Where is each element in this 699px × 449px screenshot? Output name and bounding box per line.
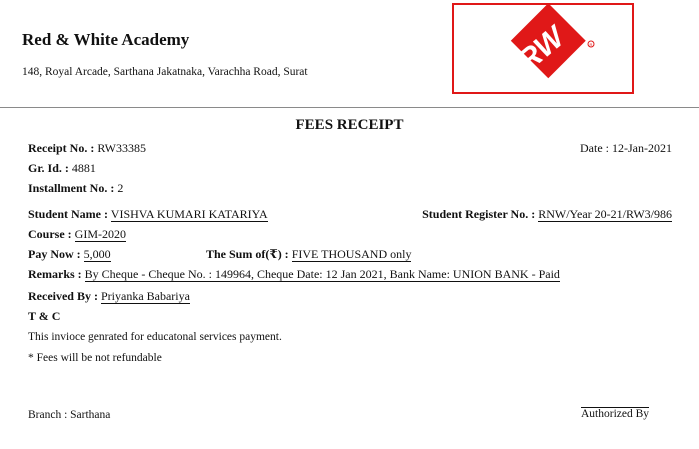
- student-reg-line: Student Register No. : RNW/Year 20-21/RW…: [422, 207, 672, 222]
- date-label: Date :: [580, 141, 609, 155]
- authorized-by: Authorized By: [581, 407, 650, 420]
- pay-now-line: Pay Now : 5,000: [28, 247, 111, 262]
- branch-label: Branch :: [28, 409, 68, 421]
- remarks-label: Remarks :: [28, 267, 82, 281]
- gr-id-value: 4881: [71, 161, 96, 175]
- gr-id-label: Gr. Id. :: [28, 161, 69, 175]
- student-name-value: VISHVA KUMARI KATARIYA: [110, 207, 268, 222]
- gr-id-line: Gr. Id. : 4881: [28, 161, 96, 176]
- rw-logo-icon: RW R: [510, 5, 595, 79]
- tc-heading: T & C: [28, 309, 61, 323]
- branch-line: Branch : Sarthana: [28, 409, 110, 421]
- tc-line-1: This invioce genrated for educatonal ser…: [28, 331, 282, 343]
- receipt-no-value: RW33385: [97, 141, 146, 155]
- received-by-line: Received By : Priyanka Babariya: [28, 289, 190, 304]
- date-value: 12-Jan-2021: [612, 141, 672, 155]
- tc-line-2: * Fees will be not refundable: [28, 352, 162, 364]
- student-reg-label: Student Register No. :: [422, 207, 536, 221]
- course-label: Course :: [28, 227, 72, 241]
- sum-label: The Sum of(₹) :: [206, 247, 289, 261]
- remarks-value: By Cheque - Cheque No. : 149964, Cheque …: [84, 267, 560, 282]
- pay-now-value: 5,000: [83, 247, 111, 262]
- header-divider: [0, 107, 699, 108]
- installment-label: Installment No. :: [28, 181, 115, 195]
- receipt-title: FEES RECEIPT: [295, 117, 404, 133]
- student-name-line: Student Name : VISHVA KUMARI KATARIYA: [28, 207, 268, 222]
- student-name-label: Student Name :: [28, 207, 108, 221]
- course-line: Course : GIM-2020: [28, 227, 126, 242]
- branch-value: Sarthana: [70, 409, 111, 421]
- course-value: GIM-2020: [74, 227, 126, 242]
- received-by-label: Received By :: [28, 289, 98, 303]
- receipt-no-label: Receipt No. :: [28, 141, 95, 155]
- pay-now-label: Pay Now :: [28, 247, 81, 261]
- institute-address: 148, Royal Arcade, Sarthana Jakatnaka, V…: [22, 66, 308, 78]
- svg-text:R: R: [590, 42, 593, 47]
- installment-line: Installment No. : 2: [28, 181, 123, 196]
- student-reg-value: RNW/Year 20-21/RW3/986: [538, 207, 672, 222]
- installment-value: 2: [117, 181, 124, 195]
- receipt-no-line: Receipt No. : RW33385: [28, 141, 146, 156]
- institute-name: Red & White Academy: [22, 30, 190, 49]
- sum-line: The Sum of(₹) : FIVE THOUSAND only: [206, 247, 412, 262]
- sum-value: FIVE THOUSAND only: [291, 247, 412, 262]
- date-line: Date : 12-Jan-2021: [580, 141, 672, 156]
- logo-frame: RW R: [452, 3, 634, 94]
- remarks-line: Remarks : By Cheque - Cheque No. : 14996…: [28, 267, 560, 282]
- received-by-value: Priyanka Babariya: [100, 289, 190, 304]
